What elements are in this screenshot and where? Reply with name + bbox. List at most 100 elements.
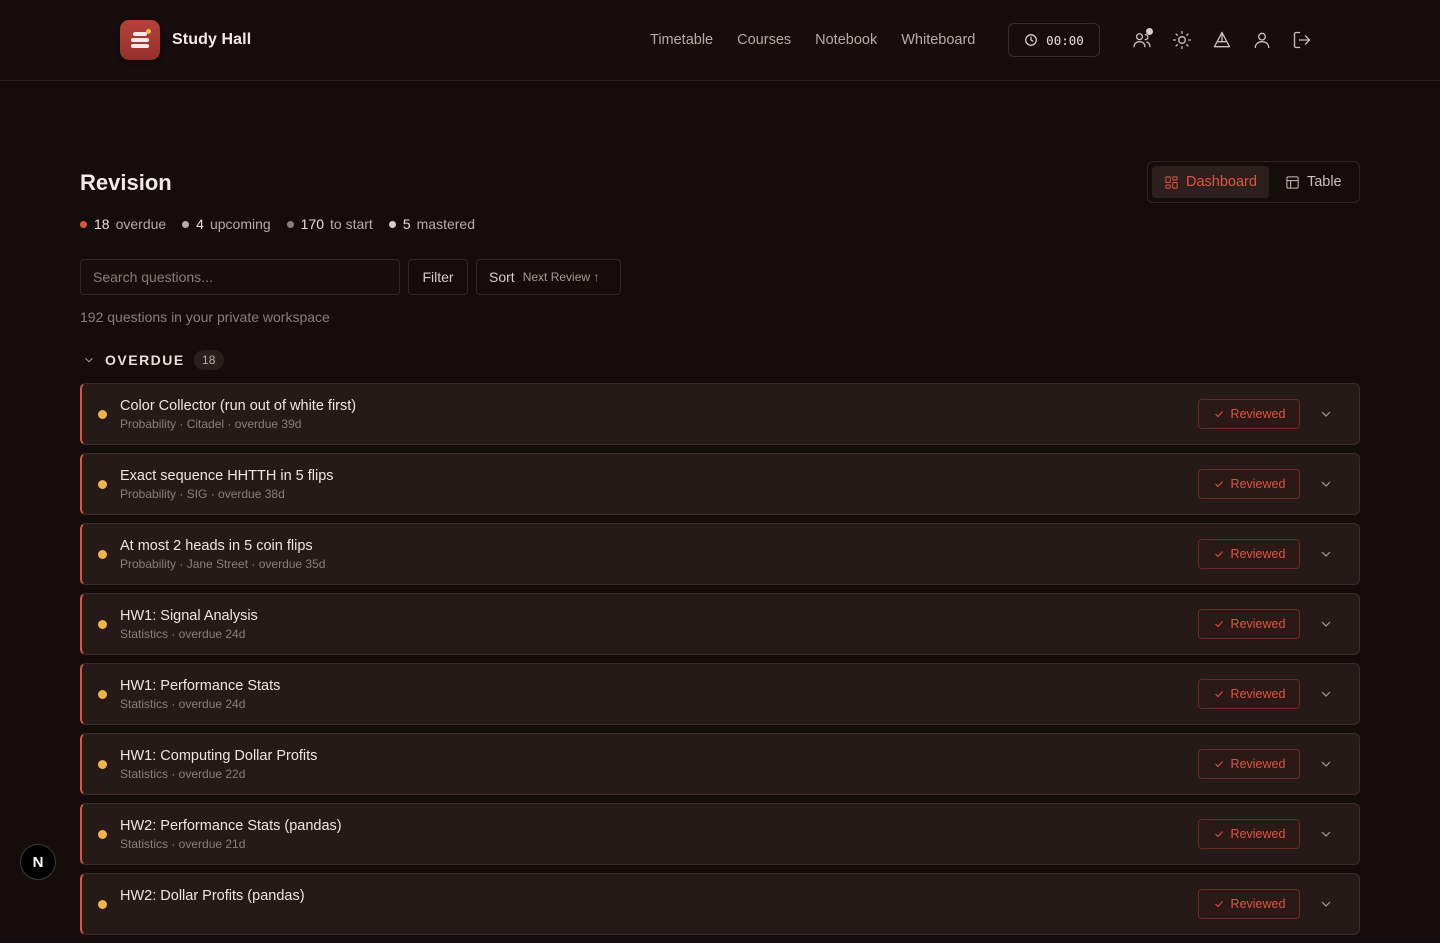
profile-button[interactable] [1250,28,1274,52]
expand-button[interactable] [1318,476,1334,492]
question-meta: Statistics · overdue 21d [120,837,246,851]
reviewed-button[interactable]: Reviewed [1198,609,1300,639]
chevron-down-icon [1321,411,1331,417]
stat-mastered: 5 mastered [388,216,475,232]
nav-notebook[interactable]: Notebook [815,30,877,50]
reviewed-button[interactable]: Reviewed [1198,539,1300,569]
stat-upcoming: 4 upcoming [182,216,271,232]
dev-tools-badge[interactable]: N [20,844,56,880]
app-logo-icon [120,20,160,60]
reviewed-label: Reviewed [1230,407,1286,421]
reviewed-label: Reviewed [1230,687,1286,701]
reviewed-button[interactable]: Reviewed [1198,469,1300,499]
stat-count: 5 [402,216,411,232]
nav-whiteboard[interactable]: Whiteboard [901,30,975,50]
check-icon [1214,551,1223,558]
collaborators-button[interactable] [1130,28,1154,52]
stat-count: 18 [94,216,110,232]
expand-button[interactable] [1318,546,1334,562]
brand[interactable]: Study Hall [120,20,251,60]
reviewed-label: Reviewed [1230,477,1286,491]
chevron-down-icon [1321,901,1331,907]
sort-value: Next Review ↑ [522,270,600,284]
stat-label: mastered [416,216,475,232]
chevron-down-icon [85,357,93,363]
question-count: 192 questions in your private workspace [80,309,330,325]
nav-timetable[interactable]: Timetable [650,30,713,50]
question-meta: Probability · SIG · overdue 38d [120,487,285,501]
check-icon [1214,411,1223,418]
expand-button[interactable] [1318,616,1334,632]
overdue-group-header[interactable]: OVERDUE 18 [80,350,224,370]
expand-button[interactable] [1318,756,1334,772]
stat-label: overdue [115,216,167,232]
priority-dot-icon [98,690,107,699]
question-title: At most 2 heads in 5 coin flips [120,538,313,554]
dashboard-view-button[interactable]: Dashboard [1152,166,1269,198]
stat-count: 170 [300,216,325,232]
priority-dot-icon [98,900,107,909]
question-row[interactable]: Color Collector (run out of white first)… [80,383,1360,445]
grid-icon [1165,175,1178,189]
question-meta: Probability · Citadel · overdue 39d [120,417,302,431]
lab-button[interactable] [1210,28,1234,52]
expand-button[interactable] [1318,406,1334,422]
filter-button[interactable]: Filter [408,259,468,295]
question-meta: Probability · Jane Street · overdue 35d [120,557,326,571]
question-row[interactable]: HW1: Computing Dollar Profits Statistics… [80,733,1360,795]
clock-icon [1025,34,1038,46]
question-meta: Statistics · overdue 24d [120,627,246,641]
reviewed-button[interactable]: Reviewed [1198,679,1300,709]
table-icon [1286,175,1299,189]
stat-to-start: 170 to start [286,216,373,232]
group-count-badge: 18 [193,350,224,370]
priority-dot-icon [98,620,107,629]
main-nav: Timetable Courses Notebook Whiteboard [650,30,999,50]
question-row[interactable]: At most 2 heads in 5 coin flips Probabil… [80,523,1360,585]
expand-button[interactable] [1318,896,1334,912]
theme-toggle-button[interactable] [1170,28,1194,52]
question-meta: Statistics · overdue 22d [120,767,246,781]
question-row[interactable]: HW1: Signal Analysis Statistics · overdu… [80,593,1360,655]
chevron-down-icon [1321,691,1331,697]
flask-icon [1213,31,1231,48]
question-row[interactable]: HW2: Dollar Profits (pandas) Reviewed [80,873,1360,935]
question-row[interactable]: HW1: Performance Stats Statistics · over… [80,663,1360,725]
table-label: Table [1306,174,1342,190]
expand-button[interactable] [1318,826,1334,842]
logout-button[interactable] [1290,28,1314,52]
reviewed-button[interactable]: Reviewed [1198,819,1300,849]
search-input[interactable] [80,259,400,295]
table-view-button[interactable]: Table [1273,166,1354,198]
timer-button[interactable]: 00:00 [1008,23,1100,57]
question-title: HW1: Computing Dollar Profits [120,748,318,764]
page-title: Revision [80,170,172,195]
user-icon [1254,32,1270,49]
logout-icon [1293,31,1311,49]
priority-dot-icon [98,410,107,419]
question-list: Color Collector (run out of white first)… [80,383,1360,943]
priority-dot-icon [98,480,107,489]
stat-count: 4 [196,216,204,232]
top-bar: Study Hall Timetable Courses Notebook Wh… [0,0,1440,81]
priority-dot-icon [98,760,107,769]
to-start-dot-icon [286,220,294,228]
overdue-dot-icon [80,220,87,228]
question-meta: Statistics · overdue 24d [120,697,246,711]
chevron-down-icon [1321,761,1331,767]
reviewed-label: Reviewed [1230,897,1286,911]
app-name: Study Hall [172,31,252,48]
timer-value: 00:00 [1046,32,1084,48]
question-row[interactable]: Exact sequence HHTTH in 5 flips Probabil… [80,453,1360,515]
revision-stats: 18 overdue 4 upcoming 170 to start 5 mas… [80,216,475,232]
reviewed-button[interactable]: Reviewed [1198,749,1300,779]
stat-overdue: 18 overdue [80,216,166,232]
nav-courses[interactable]: Courses [737,30,791,50]
sort-button[interactable]: Sort Next Review ↑ [476,259,621,295]
chevron-down-icon [1321,831,1331,837]
question-row[interactable]: HW2: Performance Stats (pandas) Statisti… [80,803,1360,865]
reviewed-button[interactable]: Reviewed [1198,399,1300,429]
reviewed-button[interactable]: Reviewed [1198,889,1300,919]
expand-button[interactable] [1318,686,1334,702]
group-name: OVERDUE [105,352,185,368]
